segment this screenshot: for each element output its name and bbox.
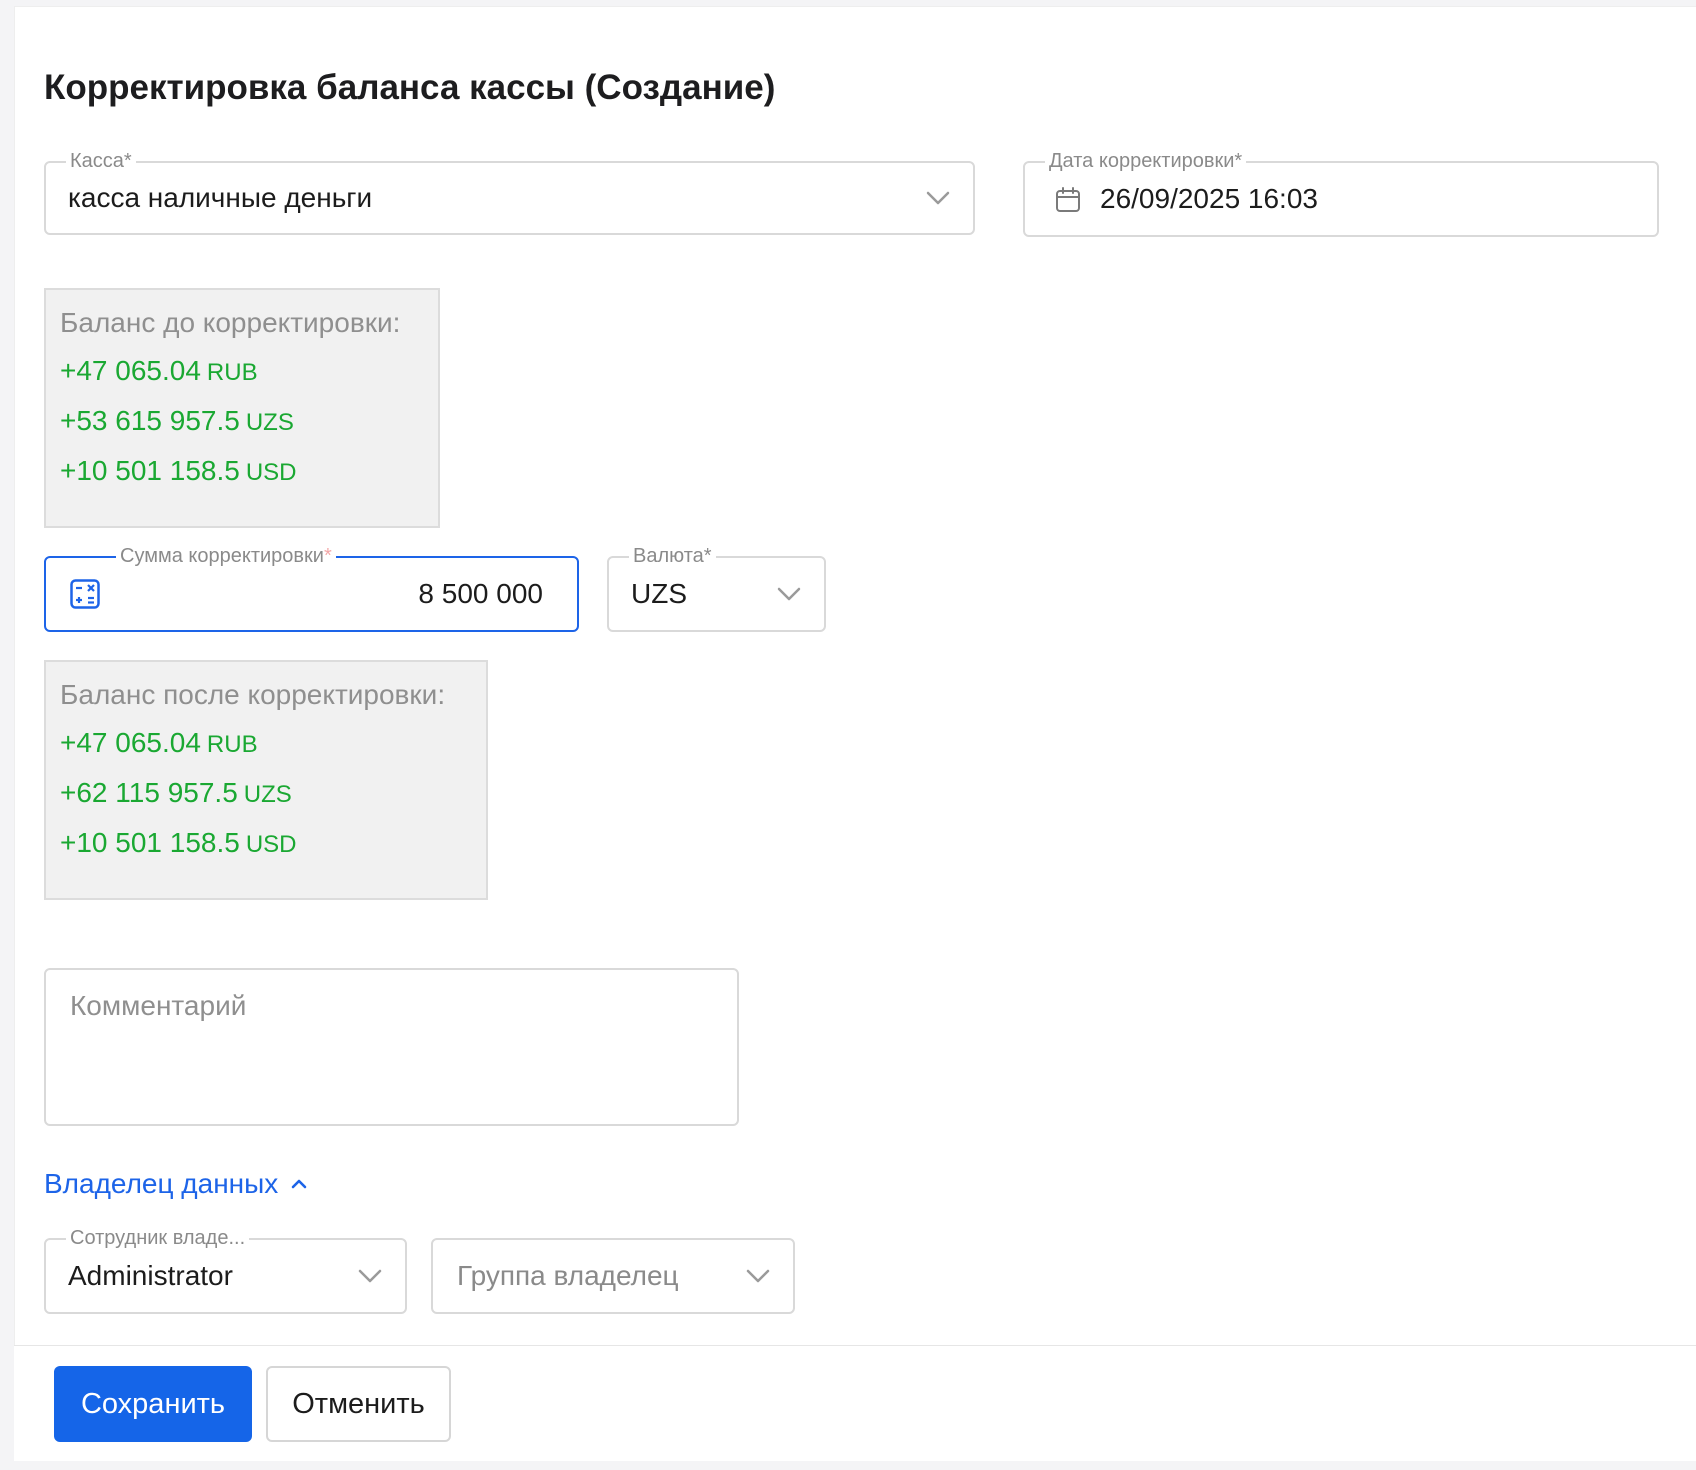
currency-value: UZS bbox=[631, 578, 687, 609]
chevron-down-icon bbox=[777, 587, 801, 601]
comment-textarea[interactable]: Комментарий bbox=[44, 968, 739, 1126]
currency-select[interactable]: Валюта* UZS bbox=[607, 545, 826, 632]
data-owner-toggle[interactable]: Владелец данных bbox=[44, 1168, 308, 1200]
chevron-up-icon bbox=[291, 1179, 307, 1189]
cashbox-label: Касса* bbox=[66, 150, 136, 172]
amount-label: Сумма корректировки* bbox=[116, 545, 336, 567]
date-label: Дата корректировки* bbox=[1045, 150, 1247, 172]
cashbox-select[interactable]: Касса* касса наличные деньги bbox=[44, 150, 975, 235]
balance-before-line: +47 065.04 RUB bbox=[60, 355, 258, 386]
balance-after-box: Баланс после корректировки: +47 065.04 RU… bbox=[44, 660, 488, 900]
form-footer: Сохранить Отменить bbox=[14, 1345, 1696, 1461]
owner-employee-select[interactable]: Сотрудник владе... Administrator bbox=[44, 1227, 407, 1314]
comment-placeholder: Комментарий bbox=[70, 990, 247, 1021]
owner-employee-label: Сотрудник владе... bbox=[66, 1227, 250, 1249]
currency-label: Валюта* bbox=[629, 545, 716, 567]
chevron-down-icon bbox=[926, 191, 950, 205]
balance-after-line: +47 065.04 RUB bbox=[60, 727, 258, 758]
owner-group-select[interactable]: Группа владелец bbox=[431, 1238, 795, 1314]
owner-employee-value: Administrator bbox=[68, 1260, 233, 1291]
calculator-icon[interactable] bbox=[70, 579, 100, 609]
balance-after-line: +62 115 957.5 UZS bbox=[60, 777, 292, 808]
amount-input[interactable]: Сумма корректировки* 8 500 000 bbox=[44, 545, 579, 632]
amount-value: 8 500 000 bbox=[418, 578, 543, 609]
save-button[interactable]: Сохранить bbox=[54, 1366, 252, 1442]
cancel-button[interactable]: Отменить bbox=[266, 1366, 451, 1442]
chevron-down-icon bbox=[358, 1269, 382, 1283]
date-value: 26/09/2025 16:03 bbox=[1100, 183, 1318, 214]
balance-before-line: +10 501 158.5 USD bbox=[60, 455, 297, 486]
date-field[interactable]: Дата корректировки* 26/09/2025 16:03 bbox=[1023, 150, 1659, 237]
calendar-icon[interactable] bbox=[1055, 187, 1081, 213]
balance-after-heading: Баланс после корректировки: bbox=[60, 679, 446, 710]
owner-group-placeholder: Группа владелец bbox=[457, 1260, 679, 1291]
balance-before-line: +53 615 957.5 UZS bbox=[60, 405, 294, 436]
balance-before-heading: Баланс до корректировки: bbox=[60, 307, 401, 338]
cashbox-value: касса наличные деньги bbox=[68, 182, 373, 213]
balance-after-line: +10 501 158.5 USD bbox=[60, 827, 297, 858]
data-owner-label: Владелец данных bbox=[44, 1168, 279, 1199]
balance-before-box: Баланс до корректировки: +47 065.04 RUB +… bbox=[44, 288, 440, 528]
chevron-down-icon bbox=[746, 1269, 770, 1283]
page-title: Корректировка баланса кассы (Создание) bbox=[44, 68, 776, 107]
